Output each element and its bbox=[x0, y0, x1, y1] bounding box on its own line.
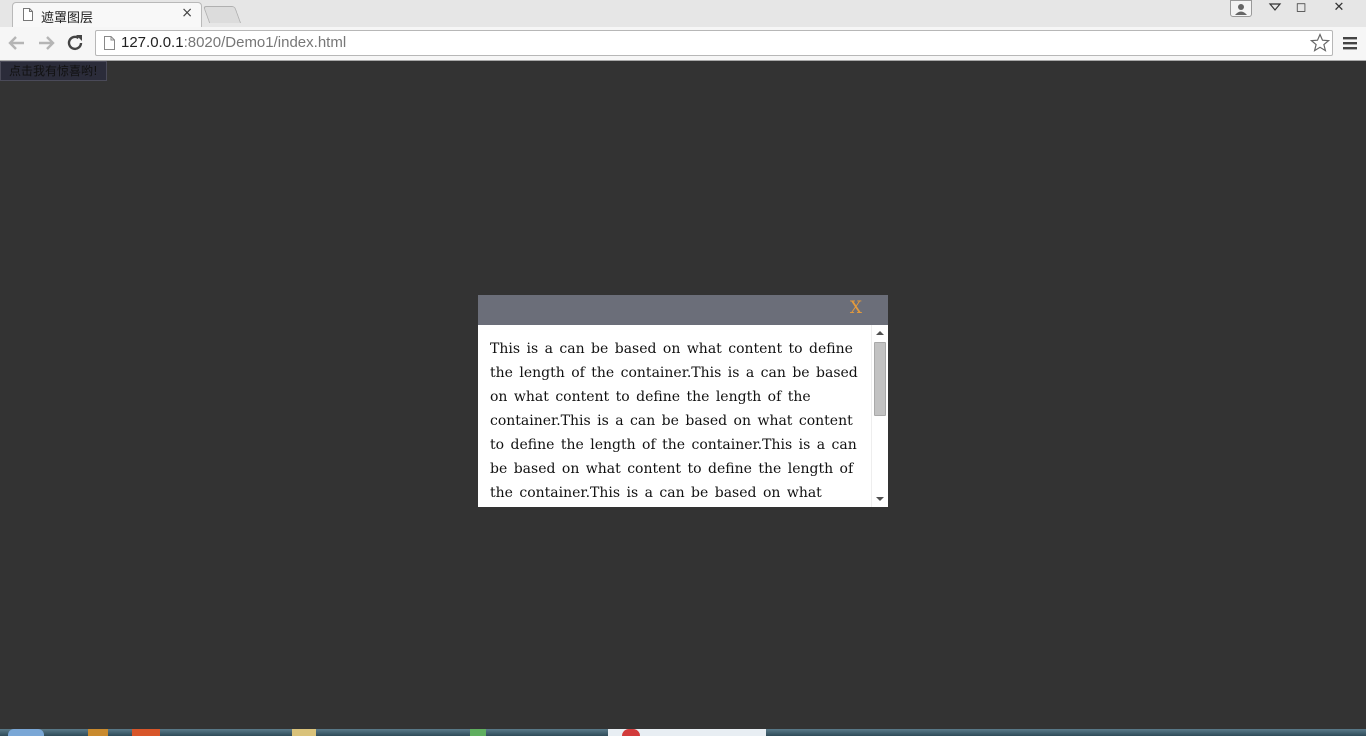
address-bar[interactable]: 127.0.0.1:8020/Demo1/index.html bbox=[95, 30, 1333, 56]
taskbar-app-icon[interactable] bbox=[622, 729, 640, 736]
taskbar-app-icon[interactable] bbox=[88, 729, 108, 736]
star-icon[interactable] bbox=[1310, 33, 1330, 53]
page-icon bbox=[104, 36, 115, 50]
reload-icon[interactable] bbox=[63, 31, 87, 55]
url-host: 127.0.0.1 bbox=[121, 34, 184, 51]
chevron-down-icon[interactable] bbox=[1264, 0, 1286, 18]
modal-scrollbar[interactable] bbox=[871, 325, 888, 507]
start-button[interactable] bbox=[8, 729, 44, 736]
scroll-thumb[interactable] bbox=[874, 342, 886, 416]
scroll-up-icon[interactable] bbox=[876, 331, 884, 335]
scroll-down-icon[interactable] bbox=[876, 497, 884, 501]
surprise-button[interactable]: 点击我有惊喜哟! bbox=[0, 61, 107, 81]
new-tab-button[interactable] bbox=[202, 6, 242, 23]
browser-toolbar: 127.0.0.1:8020/Demo1/index.html bbox=[0, 27, 1366, 61]
url-path: :8020/Demo1/index.html bbox=[183, 34, 347, 51]
profile-icon[interactable] bbox=[1230, 0, 1252, 17]
modal-body: This is a can be based on what content t… bbox=[478, 325, 888, 507]
menu-icon[interactable] bbox=[1342, 33, 1358, 53]
browser-tab-strip: 遮罩图层 × ◻ ✕ bbox=[0, 0, 1366, 27]
back-icon[interactable] bbox=[5, 31, 29, 55]
taskbar-app-icon[interactable] bbox=[132, 729, 160, 736]
os-taskbar bbox=[0, 729, 1366, 736]
forward-icon[interactable] bbox=[34, 31, 58, 55]
window-restore-icon[interactable]: ◻ bbox=[1290, 0, 1312, 18]
modal-close-button[interactable]: X bbox=[850, 298, 862, 318]
url-text[interactable]: 127.0.0.1:8020/Demo1/index.html bbox=[121, 34, 346, 51]
page-mask-overlay: 点击我有惊喜哟! X This is a can be based on wha… bbox=[0, 61, 1366, 729]
browser-tab[interactable]: 遮罩图层 × bbox=[12, 2, 202, 27]
modal-dialog: X This is a can be based on what content… bbox=[478, 295, 888, 507]
page-icon bbox=[23, 8, 33, 21]
tab-close-icon[interactable]: × bbox=[181, 5, 193, 21]
window-close-icon[interactable]: ✕ bbox=[1328, 0, 1350, 18]
taskbar-app-icon[interactable] bbox=[292, 729, 316, 736]
modal-header: X bbox=[478, 295, 888, 325]
modal-body-text: This is a can be based on what content t… bbox=[490, 341, 858, 501]
taskbar-app-icon[interactable] bbox=[470, 729, 486, 736]
tab-title: 遮罩图层 bbox=[41, 11, 94, 26]
